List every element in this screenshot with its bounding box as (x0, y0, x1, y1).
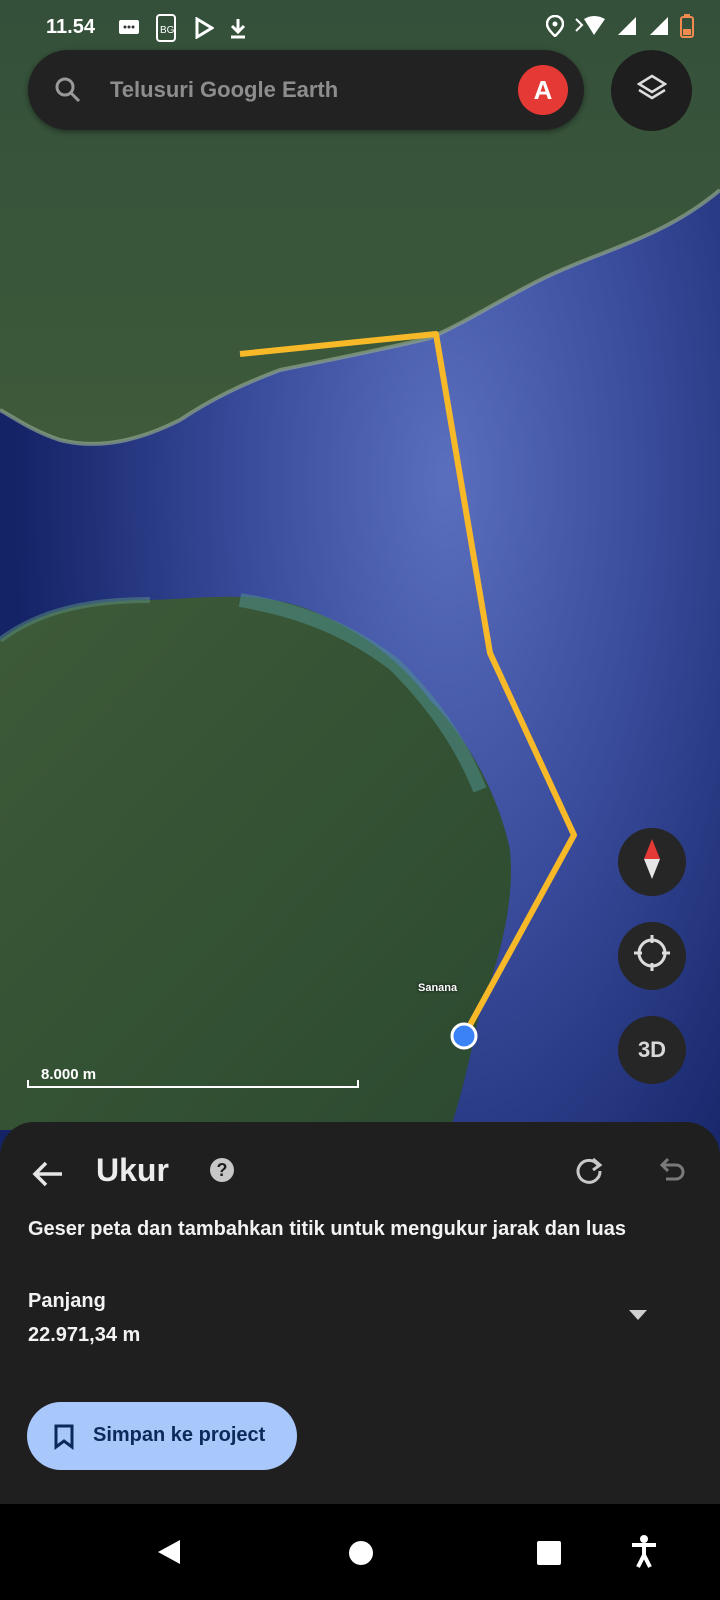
length-value: 22.971,34 m (28, 1324, 141, 1346)
dropdown-icon[interactable] (628, 1308, 648, 1326)
bookmark-icon (53, 1424, 75, 1455)
save-to-project-button[interactable]: Simpan ke project (27, 1402, 297, 1470)
wifi-icon (574, 15, 606, 42)
compass-button[interactable] (618, 828, 686, 896)
3d-button[interactable]: 3D (618, 1016, 686, 1084)
back-arrow-icon[interactable] (32, 1160, 64, 1193)
nav-bar (0, 1504, 720, 1600)
help-icon[interactable]: ? (210, 1158, 234, 1182)
compass-icon (640, 837, 664, 887)
length-label: Panjang (28, 1290, 106, 1312)
sheet-title: Ukur (96, 1152, 169, 1188)
avatar[interactable]: A (518, 65, 568, 115)
nav-recents-icon[interactable] (536, 1540, 562, 1571)
redo-icon[interactable] (574, 1156, 604, 1191)
measure-sheet: Ukur ? Geser peta dan tambahkan titik un… (0, 1122, 720, 1504)
layers-button[interactable] (611, 50, 692, 131)
undo-icon[interactable] (656, 1156, 686, 1191)
location-icon (545, 14, 565, 42)
signal-icon-2 (648, 15, 670, 42)
layers-icon (636, 73, 667, 108)
search-icon (54, 76, 82, 109)
status-time: 11.54 (46, 16, 95, 38)
svg-text:BG: BG (160, 25, 175, 36)
nav-home-icon[interactable] (348, 1540, 374, 1571)
bbg-app-icon: BG (154, 14, 180, 47)
measure-point[interactable] (450, 1022, 478, 1050)
play-store-icon (194, 16, 215, 44)
instruction-text: Geser peta dan tambahkan titik untuk men… (28, 1218, 626, 1240)
save-label: Simpan ke project (93, 1424, 266, 1446)
status-bar: 11.54 BG (0, 0, 720, 52)
scale-line (27, 1080, 359, 1088)
scale-bar: 8.000 m (27, 1058, 361, 1088)
download-icon (228, 17, 248, 44)
place-label: Sanana (418, 982, 458, 994)
nav-back-icon[interactable] (156, 1538, 182, 1571)
signal-icon (616, 15, 638, 42)
search-input[interactable]: Telusuri Google Earth (110, 77, 338, 103)
message-icon (118, 18, 140, 43)
accessibility-icon[interactable] (630, 1534, 658, 1573)
my-location-button[interactable] (618, 922, 686, 990)
battery-icon (680, 14, 694, 43)
search-bar[interactable]: Telusuri Google Earth A (28, 50, 584, 130)
crosshair-icon (633, 934, 671, 978)
